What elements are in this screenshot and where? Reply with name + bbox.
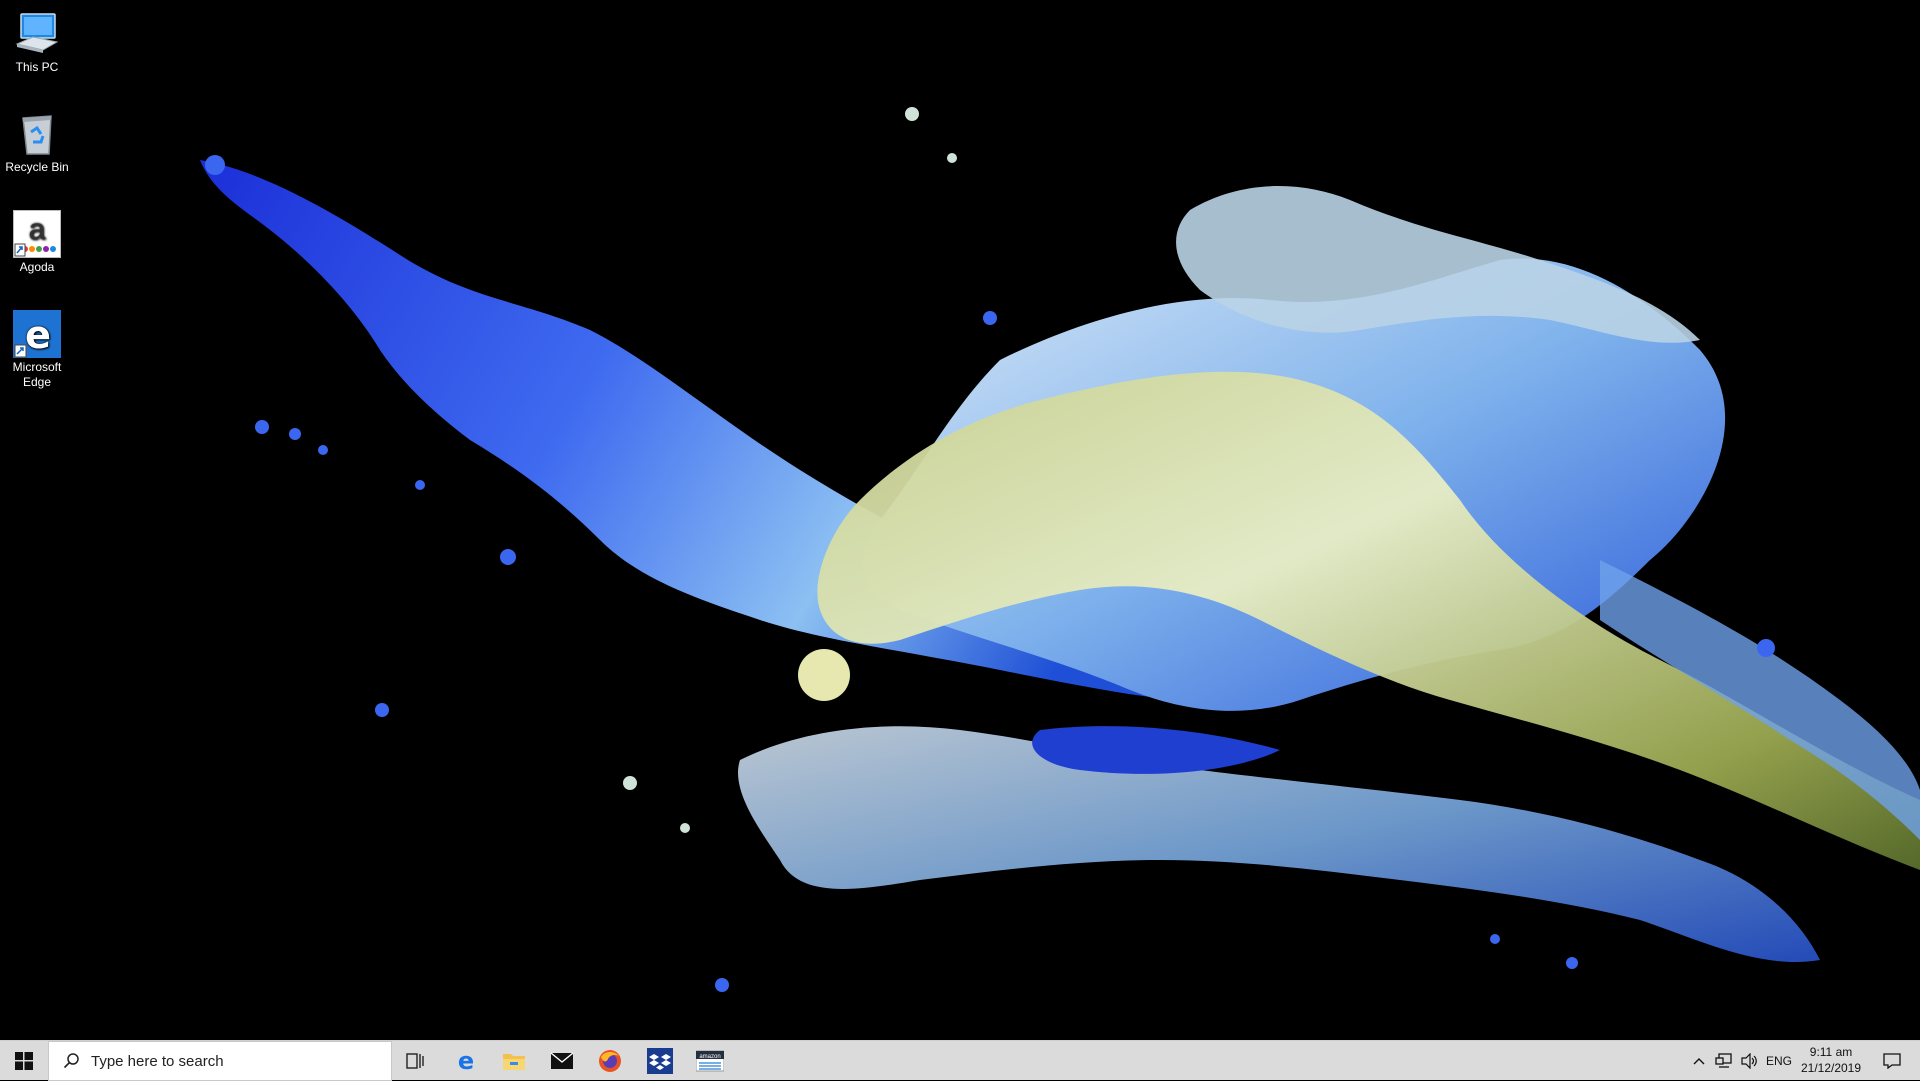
taskbar-file-explorer-button[interactable] bbox=[490, 1041, 538, 1081]
windows-logo-icon bbox=[15, 1052, 33, 1070]
action-center-button[interactable] bbox=[1872, 1041, 1912, 1081]
desktop-icon-label: This PC bbox=[15, 60, 59, 74]
svg-text:amazon: amazon bbox=[699, 1054, 720, 1060]
task-view-button[interactable] bbox=[392, 1041, 440, 1081]
agoda-icon: a bbox=[13, 210, 61, 258]
edge-icon: e bbox=[458, 1049, 474, 1073]
search-placeholder: Type here to search bbox=[91, 1052, 224, 1070]
taskbar-mail-button[interactable] bbox=[538, 1041, 586, 1081]
network-icon bbox=[1715, 1053, 1732, 1068]
desktop-icon-agoda[interactable]: a Agoda bbox=[2, 210, 72, 275]
language-label: ENG bbox=[1765, 1054, 1792, 1068]
edge-icon: e bbox=[13, 310, 61, 358]
desktop-icon-label: Agoda bbox=[19, 260, 55, 274]
volume-button[interactable] bbox=[1738, 1041, 1762, 1081]
taskbar-edge-button[interactable]: e bbox=[442, 1041, 490, 1081]
desktop-wallpaper bbox=[0, 0, 1920, 1040]
amazon-icon: amazon bbox=[696, 1050, 724, 1072]
taskbar-firefox-button[interactable] bbox=[586, 1041, 634, 1081]
clock-time: 9:11 am bbox=[1809, 1045, 1853, 1059]
input-language-button[interactable]: ENG bbox=[1764, 1041, 1794, 1081]
svg-text:e: e bbox=[25, 313, 51, 357]
firefox-icon bbox=[599, 1050, 621, 1072]
network-button[interactable] bbox=[1712, 1041, 1736, 1081]
mail-icon bbox=[550, 1052, 574, 1069]
chevron-up-icon bbox=[1693, 1058, 1705, 1065]
recycle-bin-icon bbox=[13, 110, 61, 158]
svg-text:a: a bbox=[29, 213, 46, 246]
search-icon bbox=[63, 1053, 79, 1069]
clock-date: 21/12/2019 bbox=[1800, 1061, 1862, 1075]
task-view-icon bbox=[406, 1053, 424, 1069]
file-explorer-icon bbox=[503, 1054, 525, 1070]
start-button[interactable] bbox=[0, 1041, 48, 1081]
desktop-icon-this-pc[interactable]: This PC bbox=[2, 10, 72, 75]
taskbar: Type here to search e amazon ENG 9:11 am… bbox=[0, 1040, 1920, 1081]
desktop-icon-label: Microsoft Edge bbox=[12, 360, 62, 389]
show-hidden-icons-button[interactable] bbox=[1688, 1041, 1710, 1081]
svg-text:e: e bbox=[458, 1049, 474, 1073]
clock[interactable]: 9:11 am 21/12/2019 bbox=[1796, 1044, 1866, 1076]
notification-icon bbox=[1883, 1053, 1901, 1069]
dropbox-icon bbox=[647, 1048, 673, 1074]
desktop-icon-label: Recycle Bin bbox=[5, 160, 69, 174]
desktop-icon-microsoft-edge[interactable]: e Microsoft Edge bbox=[2, 310, 72, 390]
taskbar-amazon-button[interactable]: amazon bbox=[686, 1041, 734, 1081]
search-box[interactable]: Type here to search bbox=[48, 1041, 392, 1081]
speaker-icon bbox=[1741, 1053, 1757, 1069]
taskbar-dropbox-button[interactable] bbox=[636, 1041, 684, 1081]
this-pc-icon bbox=[13, 10, 61, 58]
desktop-icon-recycle-bin[interactable]: Recycle Bin bbox=[2, 110, 72, 175]
